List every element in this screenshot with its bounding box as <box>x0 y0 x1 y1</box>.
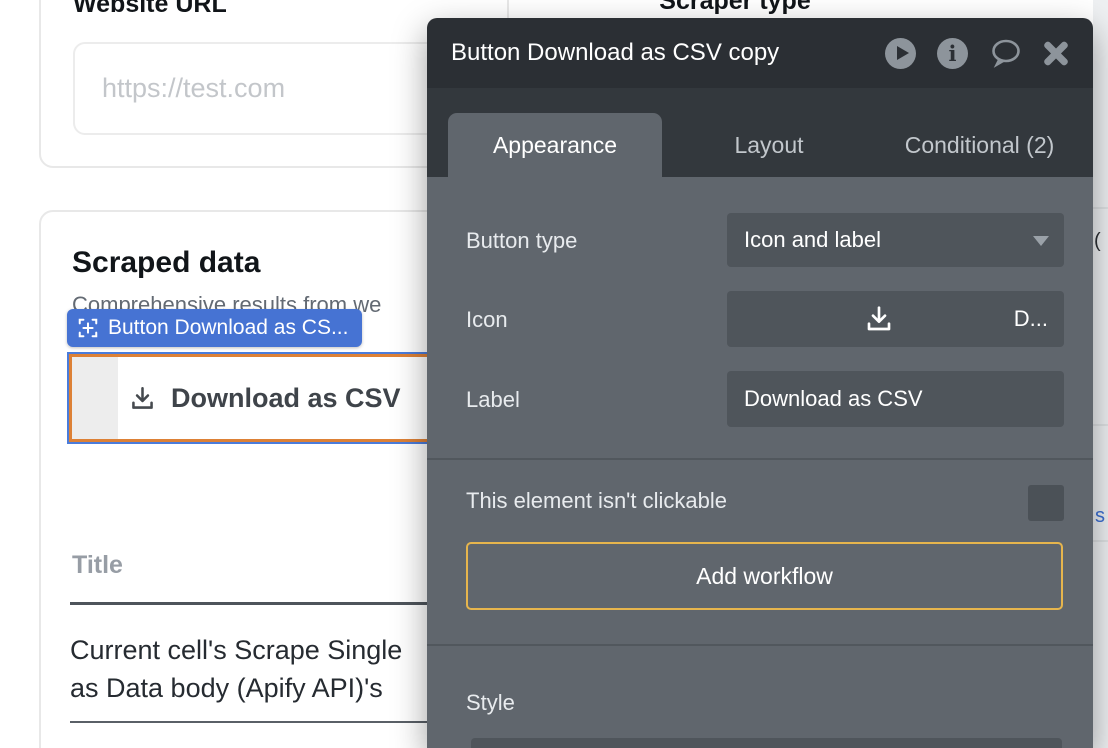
edge-divider <box>1093 540 1108 542</box>
button-type-dropdown[interactable]: Icon and label <box>727 213 1064 267</box>
section-divider <box>427 644 1093 646</box>
website-url-label: Website URL <box>73 0 227 19</box>
add-workflow-button[interactable]: Add workflow <box>466 542 1063 610</box>
chevron-down-icon <box>1033 236 1049 246</box>
button-type-label: Button type <box>466 228 577 254</box>
add-workflow-label: Add workflow <box>696 563 833 590</box>
table-header-divider <box>70 602 456 605</box>
tab-conditional[interactable]: Conditional (2) <box>867 113 1092 177</box>
edge-divider <box>1093 207 1108 209</box>
label-row-label: Label <box>466 387 520 413</box>
panel-title: Button Download as CSV copy <box>451 39 885 67</box>
edge-text-fragment-top: ( <box>1094 230 1101 253</box>
style-dropdown[interactable] <box>471 738 1062 748</box>
page-edge-strip: ( s <box>1093 0 1108 748</box>
section-divider <box>427 458 1093 460</box>
clickable-note: This element isn't clickable <box>466 488 727 514</box>
scraper-type-heading: Scraper type <box>635 0 835 16</box>
table-column-header: Title <box>72 551 123 580</box>
download-icon <box>128 384 157 413</box>
edge-text-fragment-bottom: s <box>1095 505 1105 528</box>
panel-tab-bar: Appearance Layout Conditional (2) <box>427 88 1093 177</box>
clickable-checkbox[interactable] <box>1028 485 1064 521</box>
canvas-download-button[interactable]: Download as CSV <box>69 354 439 442</box>
table-row-divider <box>70 721 456 723</box>
panel-header-icons: i <box>885 38 1069 69</box>
bubble-editor: Website URL Scraper type Scraped data Co… <box>0 0 1108 748</box>
edge-divider <box>1093 424 1108 426</box>
selected-element-badge[interactable]: Button Download as CS... <box>67 309 362 347</box>
tab-appearance[interactable]: Appearance <box>448 113 662 177</box>
property-editor-panel: Button Download as CSV copy i Appearance… <box>427 18 1093 748</box>
button-type-value: Icon and label <box>744 227 881 253</box>
selected-element-label: Button Download as CS... <box>108 316 348 340</box>
close-icon[interactable] <box>1043 40 1069 66</box>
scraped-data-title: Scraped data <box>72 246 260 280</box>
label-input[interactable]: Download as CSV <box>727 371 1064 427</box>
info-icon[interactable]: i <box>937 38 968 69</box>
icon-picker-value: D... <box>1014 306 1048 332</box>
canvas-button-label: Download as CSV <box>171 383 401 414</box>
tab-layout[interactable]: Layout <box>689 113 849 177</box>
canvas-download-button-selection[interactable]: Download as CSV <box>67 352 441 444</box>
label-input-value: Download as CSV <box>744 386 923 412</box>
play-icon[interactable] <box>885 38 916 69</box>
style-section-label: Style <box>466 690 515 716</box>
panel-body: Button type Icon and label Icon D... Lab… <box>427 177 1093 748</box>
button-left-strip <box>72 357 118 439</box>
download-icon <box>863 303 895 335</box>
table-cell-line1: Current cell's Scrape Single <box>70 631 402 669</box>
panel-header[interactable]: Button Download as CSV copy i <box>427 18 1093 88</box>
icon-row-label: Icon <box>466 307 508 333</box>
icon-picker-field[interactable]: D... <box>727 291 1064 347</box>
comment-icon[interactable] <box>989 38 1022 68</box>
table-cell-line2: as Data body (Apify API)'s <box>70 669 383 707</box>
select-plus-icon <box>77 317 99 339</box>
